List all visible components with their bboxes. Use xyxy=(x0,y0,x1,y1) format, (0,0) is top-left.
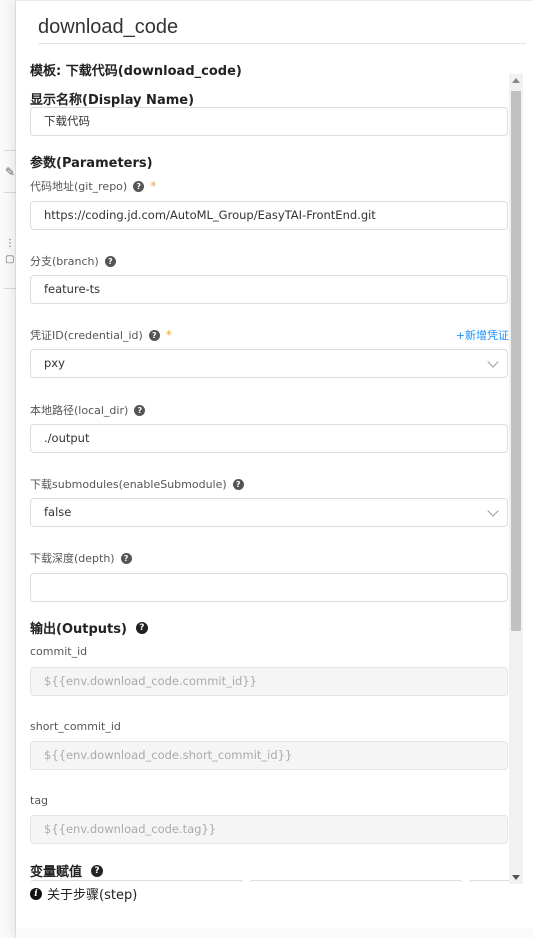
template-label: 模板: 下载代码(download_code) xyxy=(30,64,242,79)
depth-label-row: 下载深度(depth) ? xyxy=(30,550,132,566)
submodule-select[interactable]: false xyxy=(30,498,508,527)
scrollbar-thumb[interactable] xyxy=(511,91,521,631)
help-icon[interactable]: ? xyxy=(135,621,148,634)
scroll-down-arrow-icon[interactable] xyxy=(512,875,520,880)
step-config-drawer: download_code 模板: 下载代码(download_code) 显示… xyxy=(16,0,533,938)
credential-label-row: 凭证ID(credential_id) ? * xyxy=(30,327,172,343)
submodule-select-value: false xyxy=(44,505,72,519)
submodule-label: 下载submodules(enableSubmodule) xyxy=(30,478,227,491)
background-divider xyxy=(4,288,16,289)
credential-label: 凭证ID(credential_id) xyxy=(30,329,143,342)
outputs-section-title-row: 输出(Outputs) ? xyxy=(30,618,148,637)
submodule-label-row: 下载submodules(enableSubmodule) ? xyxy=(30,476,244,492)
parameters-section-title: 参数(Parameters) xyxy=(30,156,153,171)
help-icon[interactable]: ? xyxy=(120,552,132,564)
drawer-header: download_code xyxy=(38,14,526,44)
variable-value-input[interactable] xyxy=(249,880,463,882)
drawer-top-border xyxy=(16,0,533,1)
tag-output: ${{env.download_code.tag}} xyxy=(30,815,508,844)
copy-icon: ▢ xyxy=(5,254,15,265)
about-step-label: 关于步骤(step) xyxy=(47,888,138,903)
chevron-down-icon xyxy=(487,505,499,517)
help-icon[interactable]: ? xyxy=(91,864,104,877)
depth-label: 下载深度(depth) xyxy=(30,552,115,565)
commit-id-label: commit_id xyxy=(30,645,88,658)
branch-label-row: 分支(branch) ? xyxy=(30,253,116,269)
drawer-bottom-strip xyxy=(16,928,533,938)
depth-input[interactable] xyxy=(30,573,508,602)
required-marker: * xyxy=(165,328,172,342)
variable-name-input[interactable] xyxy=(30,880,244,882)
short-commit-id-label: short_commit_id xyxy=(30,720,121,733)
short-commit-id-output: ${{env.download_code.short_commit_id}} xyxy=(30,741,508,770)
credential-select-value: pxy xyxy=(44,356,65,370)
info-icon: i xyxy=(30,887,42,900)
drawer-title: download_code xyxy=(38,16,179,38)
scroll-up-arrow-icon[interactable] xyxy=(512,78,520,83)
commit-id-output: ${{env.download_code.commit_id}} xyxy=(30,667,508,696)
variables-section-title: 变量赋值 xyxy=(30,865,83,880)
chevron-down-icon xyxy=(487,356,499,368)
display-name-input[interactable]: 下载代码 xyxy=(30,107,508,136)
branch-input[interactable]: feature-ts xyxy=(30,275,508,304)
tag-label: tag xyxy=(30,794,49,807)
credential-select[interactable]: pxy xyxy=(30,349,508,378)
variables-section-title-row: 变量赋值 ? xyxy=(30,861,104,880)
about-step-link[interactable]: i 关于步骤(step) xyxy=(30,884,137,903)
branch-label: 分支(branch) xyxy=(30,255,99,268)
help-icon[interactable]: ? xyxy=(104,255,116,267)
local-dir-input[interactable]: ./output xyxy=(30,424,508,453)
help-icon[interactable]: ? xyxy=(232,478,244,490)
scrollbar[interactable] xyxy=(509,74,523,884)
help-icon[interactable]: ? xyxy=(133,180,145,192)
background-app-strip: ✎ ⋮ ▢ xyxy=(0,0,16,938)
git-repo-label: 代码地址(git_repo) xyxy=(30,180,128,193)
more-icon: ⋮ xyxy=(5,238,15,249)
outputs-section-title: 输出(Outputs) xyxy=(30,622,127,637)
help-icon[interactable]: ? xyxy=(134,404,146,416)
local-dir-label: 本地路径(local_dir) xyxy=(30,404,129,417)
git-repo-input[interactable]: https://coding.jd.com/AutoML_Group/EasyT… xyxy=(30,201,508,230)
display-name-section-title: 显示名称(Display Name) xyxy=(30,93,195,108)
background-divider xyxy=(4,150,16,151)
background-divider xyxy=(4,192,16,193)
variable-action-cell[interactable] xyxy=(468,880,513,882)
git-repo-label-row: 代码地址(git_repo) ? * xyxy=(30,178,156,194)
edit-icon: ✎ xyxy=(5,165,16,179)
help-icon[interactable]: ? xyxy=(148,329,160,341)
local-dir-label-row: 本地路径(local_dir) ? xyxy=(30,402,146,418)
add-credential-link[interactable]: +新增凭证 xyxy=(456,327,509,343)
required-marker: * xyxy=(150,179,157,193)
drawer-content[interactable]: 模板: 下载代码(download_code) 显示名称(Display Nam… xyxy=(16,56,533,882)
